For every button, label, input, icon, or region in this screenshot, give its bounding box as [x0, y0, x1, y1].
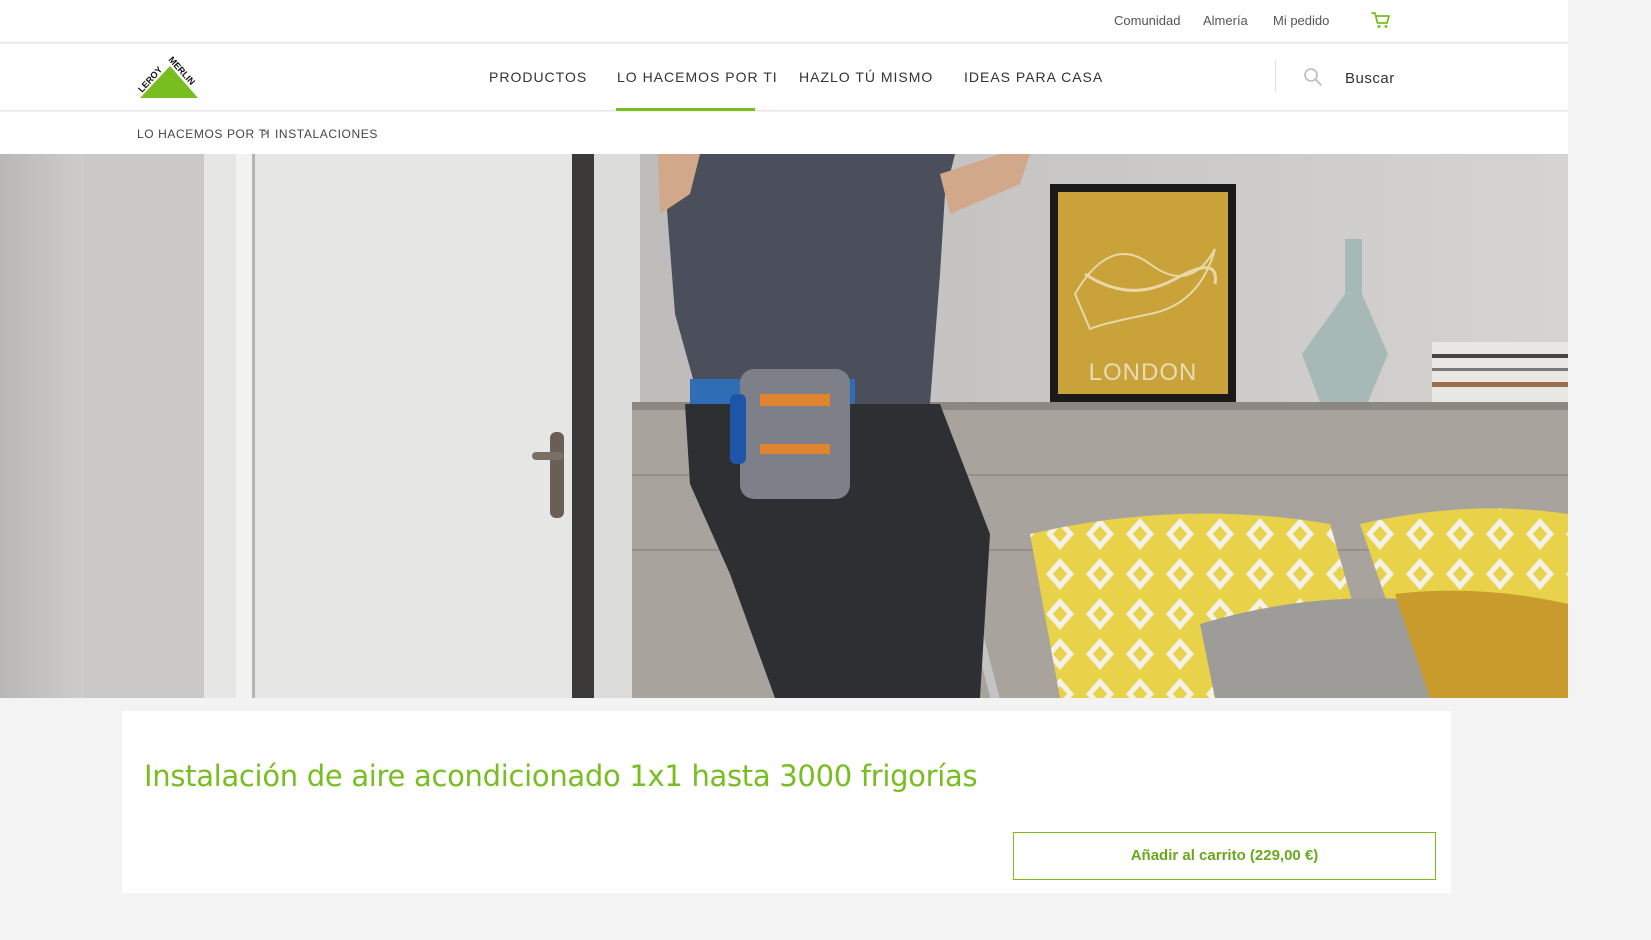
hero-image: LONDON — [0, 154, 1568, 698]
nav-hazlo-tu-mismo[interactable]: HAZLO TÚ MISMO — [799, 69, 933, 85]
link-comunidad[interactable]: Comunidad — [1114, 13, 1181, 28]
link-mi-pedido[interactable]: Mi pedido — [1273, 13, 1329, 28]
add-to-cart-button[interactable]: Añadir al carrito (229,00 €) — [1013, 832, 1436, 880]
nav-productos[interactable]: PRODUCTOS — [489, 69, 587, 85]
active-nav-indicator — [616, 108, 755, 111]
nav-lo-hacemos-por-ti[interactable]: LO HACEMOS POR TI — [617, 69, 778, 85]
nav-ideas-para-casa[interactable]: IDEAS PARA CASA — [964, 69, 1103, 85]
product-title: Instalación de aire acondicionado 1x1 ha… — [144, 759, 978, 793]
shopping-cart-icon[interactable] — [1370, 9, 1392, 31]
product-card: Instalación de aire acondicionado 1x1 ha… — [122, 711, 1451, 893]
poster-text: LONDON — [1089, 359, 1198, 386]
breadcrumb-item-instalaciones[interactable]: INSTALACIONES — [275, 127, 378, 141]
top-bar: Comunidad Almería Mi pedido — [0, 0, 1568, 43]
leroy-merlin-logo[interactable]: LEROY MERLIN — [136, 54, 202, 100]
breadcrumb-item-lo-hacemos-por-ti[interactable]: LO HACEMOS POR TI — [137, 127, 270, 141]
link-store-location[interactable]: Almería — [1203, 13, 1248, 28]
main-header: LEROY MERLIN PRODUCTOS LO HACEMOS POR TI… — [0, 44, 1568, 111]
breadcrumb-separator: > — [261, 125, 269, 140]
breadcrumb: LO HACEMOS POR TI > INSTALACIONES — [0, 112, 1568, 154]
header-divider — [1275, 60, 1276, 92]
search-button[interactable]: Buscar — [1345, 70, 1395, 87]
search-icon[interactable] — [1303, 67, 1323, 87]
